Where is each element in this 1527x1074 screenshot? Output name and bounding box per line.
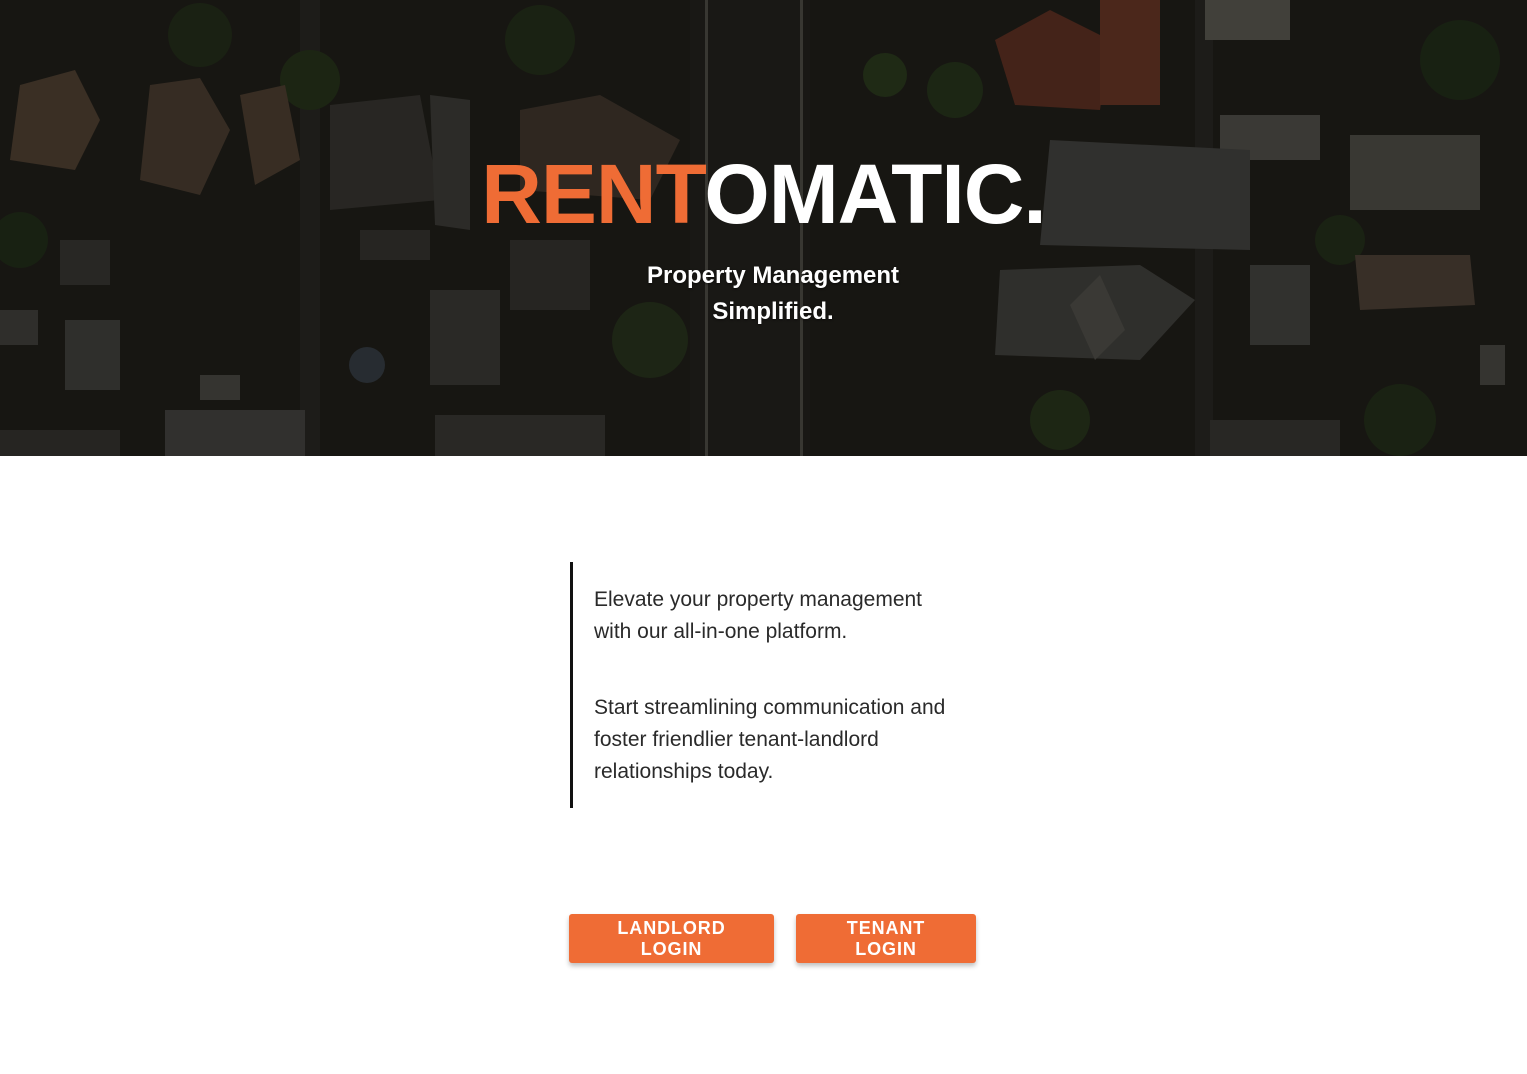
logo-accent-text: RENT — [481, 147, 705, 241]
login-actions: LANDLORD LOGIN TENANT LOGIN — [569, 914, 976, 963]
tenant-login-button[interactable]: TENANT LOGIN — [796, 914, 976, 963]
logo-main-text: OMATIC. — [704, 147, 1046, 241]
intro-paragraph-1: Elevate your property management with ou… — [594, 588, 923, 643]
intro-paragraph-2: Start streamlining communication and fos… — [594, 696, 946, 783]
landlord-login-button[interactable]: LANDLORD LOGIN — [569, 914, 774, 963]
intro-blockquote: Elevate your property management with ou… — [570, 562, 960, 808]
hero-banner: RENTOMATIC. Property Management Simplifi… — [0, 0, 1527, 456]
brand-logo: RENTOMATIC. — [0, 146, 1527, 242]
hero-tagline: Property Management Simplified. — [646, 262, 900, 325]
